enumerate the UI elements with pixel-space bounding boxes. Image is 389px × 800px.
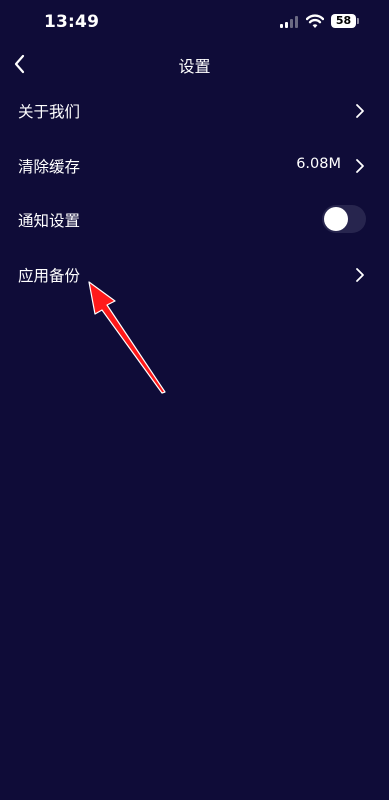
- row-label: 清除缓存: [18, 157, 81, 176]
- nav-bar: 设置: [0, 44, 389, 84]
- row-label: 应用备份: [18, 266, 81, 285]
- chevron-right-icon: [356, 267, 364, 282]
- settings-row-about[interactable]: 关于我们: [0, 84, 389, 139]
- row-label: 通知设置: [18, 212, 81, 230]
- cache-size-value: 6.08M: [296, 155, 341, 172]
- notifications-toggle[interactable]: [322, 205, 366, 233]
- battery-icon: 58: [331, 14, 356, 28]
- cellular-signal-icon: [280, 16, 300, 28]
- status-bar: 13:49 58: [0, 0, 389, 44]
- chevron-right-icon: [356, 158, 364, 173]
- wifi-icon: [306, 14, 324, 28]
- status-time: 13:49: [44, 12, 100, 32]
- settings-row-notifications: 通知设置: [0, 193, 389, 248]
- settings-row-app-backup[interactable]: 应用备份: [0, 248, 389, 303]
- battery-tip: [357, 18, 359, 24]
- page-title: 设置: [178, 57, 211, 76]
- settings-list: 关于我们 清除缓存 6.08M 通知设置 应用备份: [0, 84, 389, 302]
- toggle-knob: [324, 207, 348, 231]
- row-label: 关于我们: [18, 103, 81, 121]
- chevron-right-icon: [356, 104, 364, 118]
- settings-row-clear-cache[interactable]: 清除缓存 6.08M: [0, 139, 389, 194]
